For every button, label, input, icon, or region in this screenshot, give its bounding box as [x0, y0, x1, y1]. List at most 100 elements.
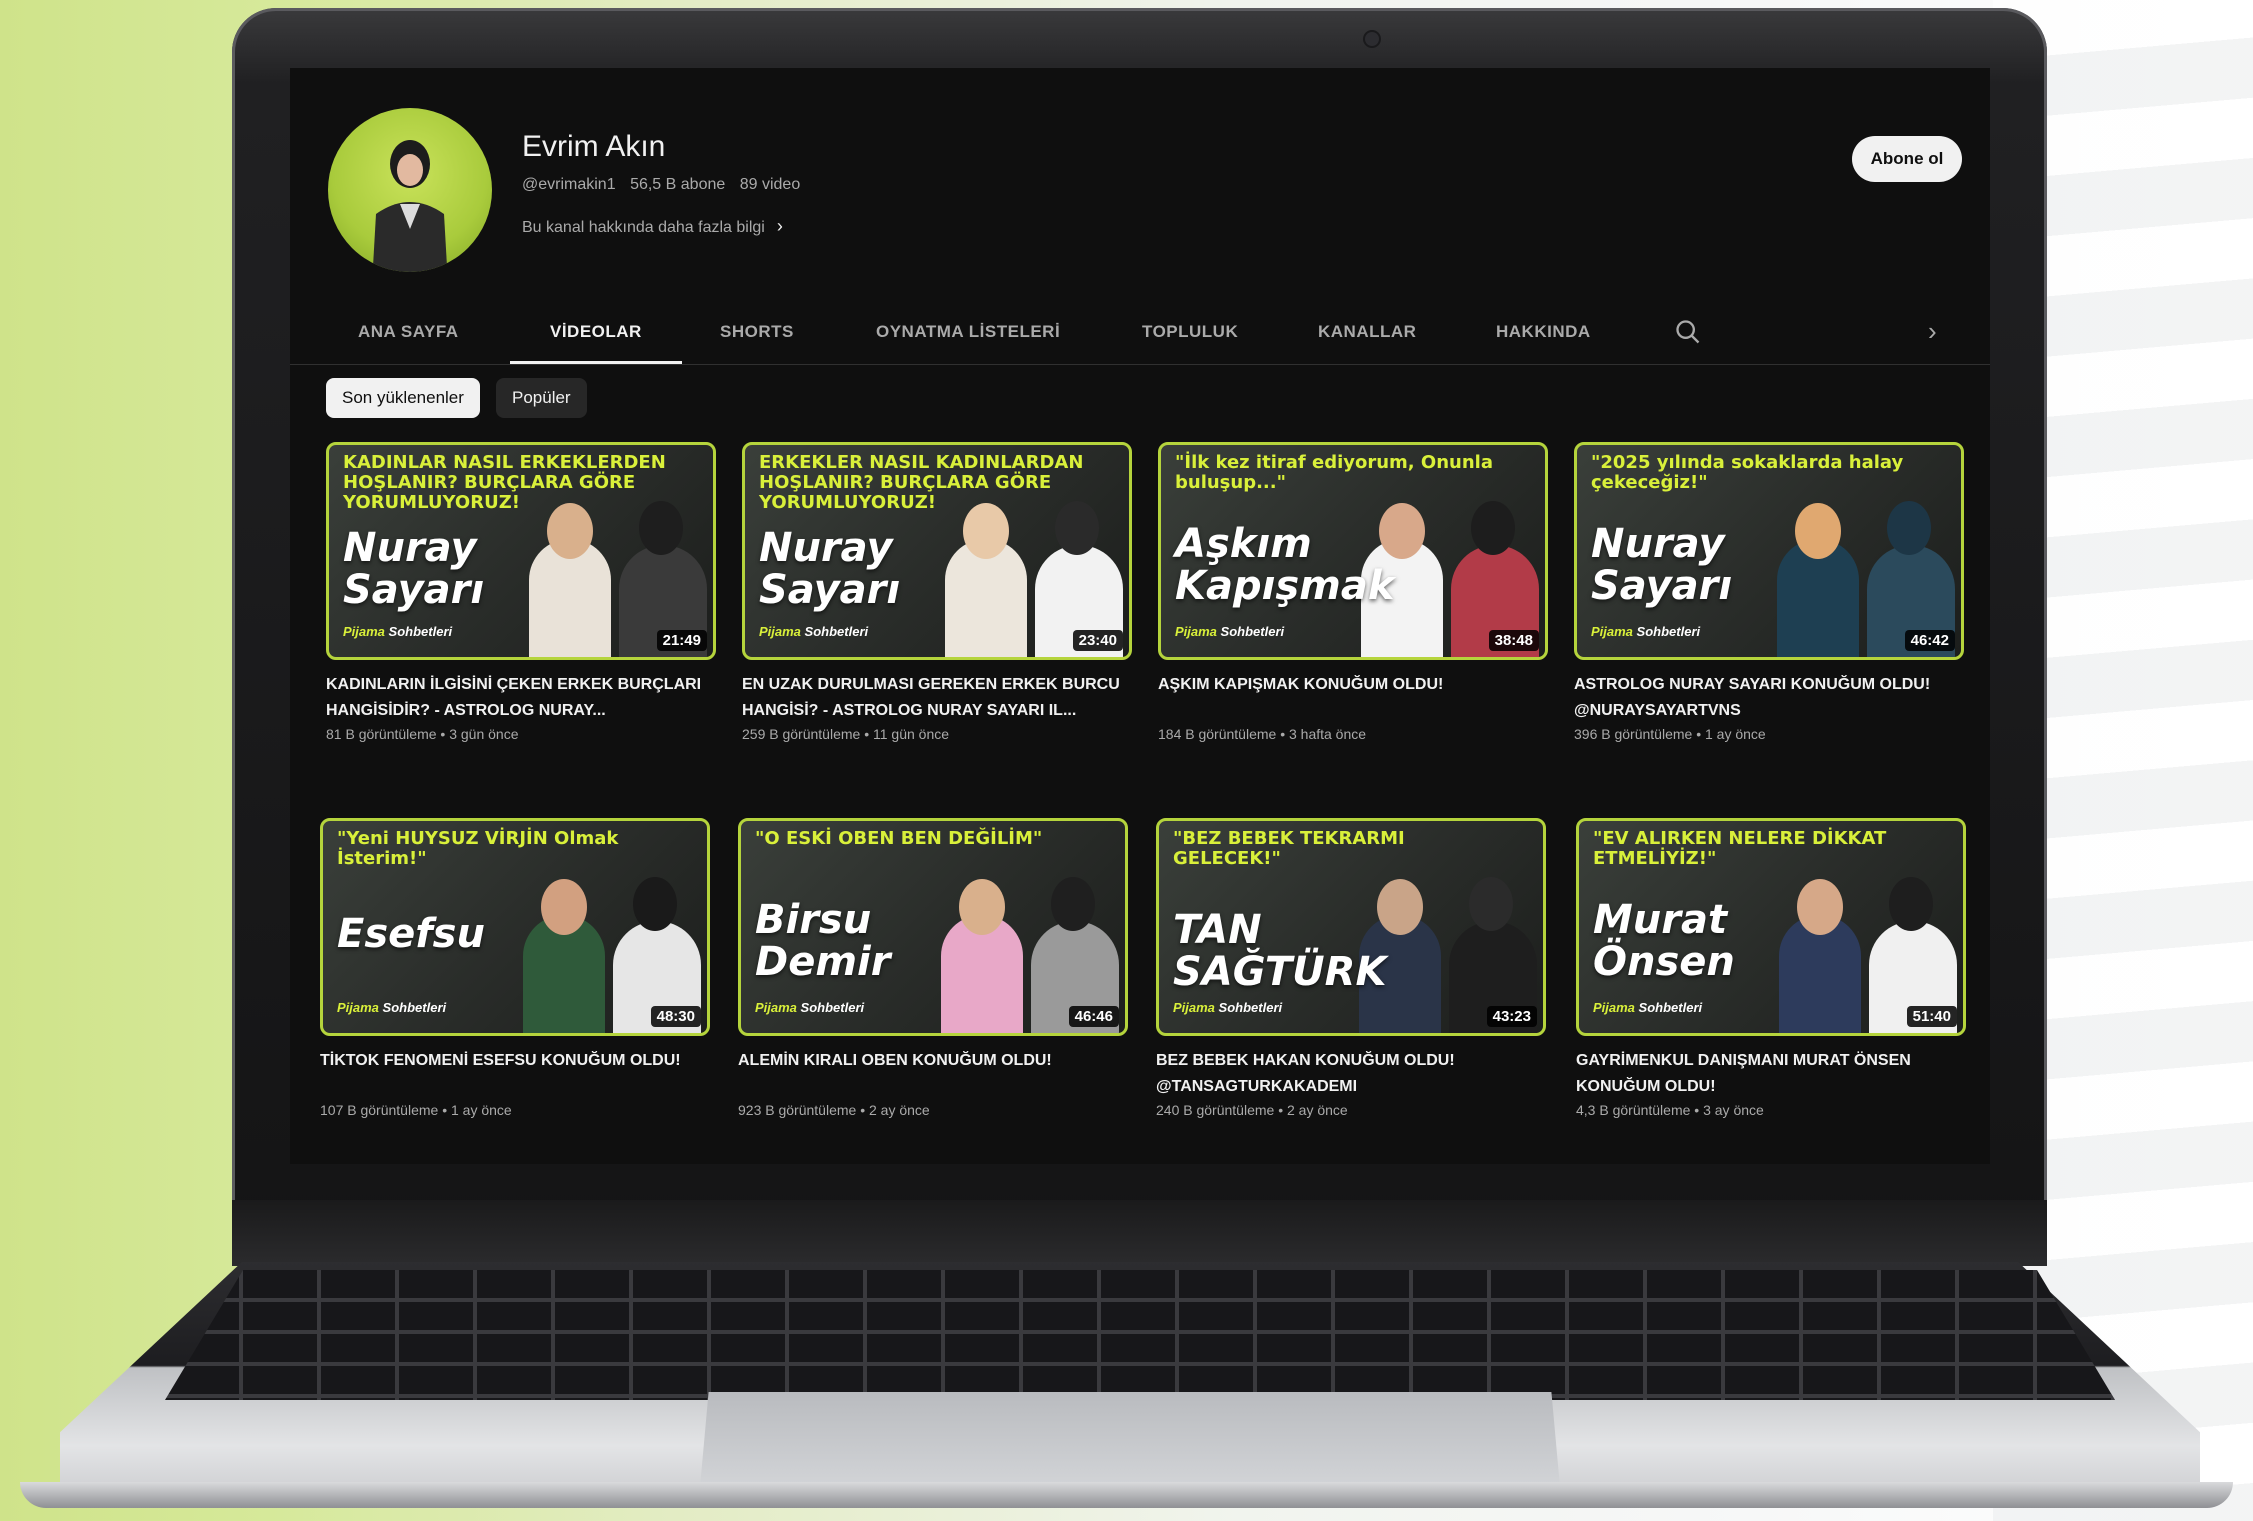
thumbnail-show-name: Pijama Sohbetleri [1173, 1000, 1282, 1015]
video-meta: 240 B görüntüleme • 2 ay önce [1156, 1102, 1348, 1118]
video-card[interactable]: "İlk kez itiraf ediyorum, Onunla buluşup… [1158, 442, 1548, 742]
chip-popular[interactable]: Popüler [496, 378, 587, 418]
video-thumbnail[interactable]: KADINLAR NASIL ERKEKLERDEN HOŞLANIR? BUR… [326, 442, 716, 660]
video-thumbnail[interactable]: "İlk kez itiraf ediyorum, Onunla buluşup… [1158, 442, 1548, 660]
laptop-bezel-bottom [232, 1200, 2047, 1266]
active-tab-indicator [510, 361, 682, 364]
video-title[interactable]: ALEMİN KIRALI OBEN KONUĞUM OLDU! [738, 1048, 1128, 1100]
thumbnail-quote: ERKEKLER NASIL KADINLARDAN HOŞLANIR? BUR… [759, 452, 1084, 513]
video-card[interactable]: "EV ALIRKEN NELERE DİKKAT ETMELİYİZ!" Mur… [1576, 818, 1966, 1118]
show-suffix: Sohbetleri [800, 1000, 865, 1015]
thumbnail-quote: "İlk kez itiraf ediyorum, Onunla buluşup… [1175, 452, 1493, 493]
more-info-label: Bu kanal hakkında daha fazla bilgi [522, 219, 765, 236]
tabs-next-chevron-icon[interactable]: › [1928, 316, 1937, 347]
thumbnail-guest-name: Nuray Sayarı [1591, 521, 1733, 609]
thumbnail-show-name: Pijama Sohbetleri [759, 624, 868, 639]
video-meta: 81 B görüntüleme • 3 gün önce [326, 726, 519, 742]
laptop-keyboard [165, 1270, 2115, 1400]
video-thumbnail[interactable]: "BEZ BEBEK TEKRARMI GELECEK!" TAN SAĞTÜRK… [1156, 818, 1546, 1036]
thumbnail-guest-name: TAN SAĞTÜRK [1173, 907, 1387, 995]
tab-shorts[interactable]: SHORTS [720, 322, 794, 342]
thumbnail-guest-name: Aşkım Kapışmak [1175, 521, 1395, 609]
show-prefix: Pijama [755, 1000, 797, 1015]
thumbnail-guest-name: Birsu Demir [755, 897, 891, 985]
thumbnail-show-name: Pijama Sohbetleri [337, 1000, 446, 1015]
thumbnail-head-right [633, 877, 677, 931]
video-meta: 184 B görüntüleme • 3 hafta önce [1158, 726, 1367, 742]
video-card[interactable]: KADINLAR NASIL ERKEKLERDEN HOŞLANIR? BUR… [326, 442, 716, 742]
video-card[interactable]: ERKEKLER NASIL KADINLARDAN HOŞLANIR? BUR… [742, 442, 1132, 742]
video-title[interactable]: BEZ BEBEK HAKAN KONUĞUM OLDU! @tansagtur… [1156, 1048, 1546, 1100]
video-title[interactable]: ASTROLOG NURAY SAYARI KONUĞUM OLDU! @Nur… [1574, 672, 1964, 724]
show-prefix: Pijama [759, 624, 801, 639]
thumbnail-head-right [1469, 877, 1513, 931]
show-suffix: Sohbetleri [1218, 1000, 1283, 1015]
tab-about[interactable]: HAKKINDA [1496, 322, 1591, 342]
channel-name: Evrim Akın [522, 130, 666, 163]
thumbnail-guest-name: Nuray Sayarı [759, 525, 901, 613]
search-icon[interactable] [1674, 318, 1702, 346]
video-duration: 23:40 [1072, 630, 1123, 651]
tab-channels[interactable]: KANALLAR [1318, 322, 1416, 342]
video-card[interactable]: "Yeni HUYSUZ VİRJİN Olmak İsterim!" Esefs… [320, 818, 710, 1118]
video-card[interactable]: "2025 yılında sokaklarda halay çekeceğiz… [1574, 442, 1964, 742]
tab-playlists[interactable]: OYNATMA LİSTELERİ [876, 322, 1060, 342]
show-prefix: Pijama [1173, 1000, 1215, 1015]
video-thumbnail[interactable]: "Yeni HUYSUZ VİRJİN Olmak İsterim!" Esefs… [320, 818, 710, 1036]
video-thumbnail[interactable]: "O ESKİ OBEN BEN DEĞİLİM" Birsu Demir Pija… [738, 818, 1128, 1036]
subscribe-button[interactable]: Abone ol [1852, 136, 1962, 182]
video-title[interactable]: TİKTOK FENOMENİ ESEFSU KONUĞUM OLDU! [320, 1048, 710, 1100]
video-meta: 107 B görüntüleme • 1 ay önce [320, 1102, 512, 1118]
channel-avatar[interactable] [328, 108, 492, 272]
show-suffix: Sohbetleri [382, 1000, 447, 1015]
thumbnail-quote: KADINLAR NASIL ERKEKLERDEN HOŞLANIR? BUR… [343, 452, 666, 513]
video-title[interactable]: AŞKIM KAPIŞMAK KONUĞUM OLDU! [1158, 672, 1548, 724]
video-thumbnail[interactable]: "2025 yılında sokaklarda halay çekeceğiz… [1574, 442, 1964, 660]
thumbnail-head-right [1887, 501, 1931, 555]
channel-handle: @evrimakin1 [522, 176, 616, 193]
thumbnail-guest-name: Esefsu [337, 911, 485, 957]
video-thumbnail[interactable]: "EV ALIRKEN NELERE DİKKAT ETMELİYİZ!" Mur… [1576, 818, 1966, 1036]
thumbnail-show-name: Pijama Sohbetleri [755, 1000, 864, 1015]
thumbnail-quote: "EV ALIRKEN NELERE DİKKAT ETMELİYİZ!" [1593, 828, 1887, 869]
video-thumbnail[interactable]: ERKEKLER NASIL KADINLARDAN HOŞLANIR? BUR… [742, 442, 1132, 660]
more-info-link[interactable]: Bu kanal hakkında daha fazla bilgi › [522, 216, 783, 237]
thumbnail-show-name: Pijama Sohbetleri [1591, 624, 1700, 639]
video-count: 89 video [739, 176, 801, 193]
video-duration: 46:42 [1904, 630, 1955, 651]
tab-videos[interactable]: VİDEOLAR [550, 322, 642, 342]
tab-community[interactable]: TOPLULUK [1142, 322, 1238, 342]
thumbnail-show-name: Pijama Sohbetleri [343, 624, 452, 639]
show-suffix: Sohbetleri [1638, 1000, 1703, 1015]
thumbnail-quote: "2025 yılında sokaklarda halay çekeceğiz… [1591, 452, 1904, 493]
show-prefix: Pijama [337, 1000, 379, 1015]
video-card[interactable]: "BEZ BEBEK TEKRARMI GELECEK!" TAN SAĞTÜRK… [1156, 818, 1546, 1118]
chevron-right-icon: › [776, 216, 783, 236]
laptop-trackpad [700, 1392, 1560, 1487]
video-title[interactable]: EN UZAK DURULMASI GEREKEN ERKEK BURCU HA… [742, 672, 1132, 724]
webcam-icon [1365, 32, 1379, 46]
thumbnail-head-right [1051, 877, 1095, 931]
thumbnail-quote: "O ESKİ OBEN BEN DEĞİLİM" [755, 828, 1043, 849]
video-duration: 43:23 [1486, 1006, 1537, 1027]
show-prefix: Pijama [1591, 624, 1633, 639]
thumbnail-quote: "BEZ BEBEK TEKRARMI GELECEK!" [1173, 828, 1405, 869]
thumbnail-guest-name: Murat Önsen [1593, 897, 1735, 985]
chip-latest[interactable]: Son yüklenenler [326, 378, 480, 418]
avatar-person-icon [372, 140, 448, 272]
video-title[interactable]: GAYRİMENKUL DANIŞMANI MURAT ÖNSEN KONUĞU… [1576, 1048, 1966, 1100]
show-suffix: Sohbetleri [1636, 624, 1701, 639]
video-card[interactable]: "O ESKİ OBEN BEN DEĞİLİM" Birsu Demir Pija… [738, 818, 1128, 1118]
subscriber-count: 56,5 B abone [630, 176, 726, 193]
video-duration: 46:46 [1068, 1006, 1119, 1027]
video-meta: 396 B görüntüleme • 1 ay önce [1574, 726, 1766, 742]
video-title[interactable]: KADINLARIN İLGİSİNİ ÇEKEN ERKEK BURÇLARI… [326, 672, 716, 724]
thumbnail-show-name: Pijama Sohbetleri [1175, 624, 1284, 639]
video-meta: 4,3 B görüntüleme • 3 ay önce [1576, 1102, 1764, 1118]
show-suffix: Sohbetleri [804, 624, 869, 639]
thumbnail-guest-name: Nuray Sayarı [343, 525, 485, 613]
show-prefix: Pijama [1593, 1000, 1635, 1015]
tab-home[interactable]: ANA SAYFA [358, 322, 459, 342]
laptop-base-edge [20, 1482, 2233, 1508]
video-meta: 923 B görüntüleme • 2 ay önce [738, 1102, 930, 1118]
